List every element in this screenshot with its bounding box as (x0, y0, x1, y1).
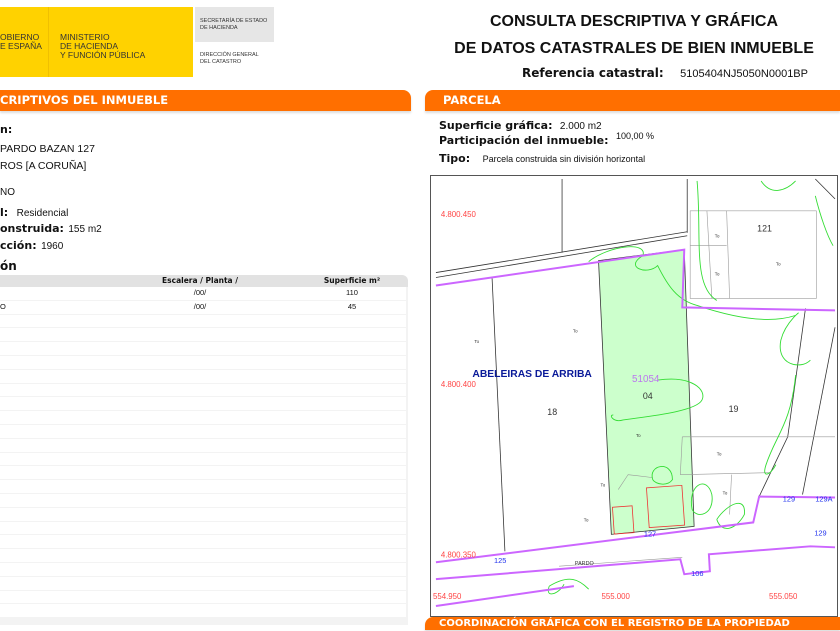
empty-table-row (0, 576, 406, 590)
cell-escalera: /00/ (193, 288, 207, 297)
empty-table-row (0, 411, 406, 424)
coord-y-label: 4.800.450 (441, 210, 477, 219)
construction-table: Escalera / Planta / Puerta Superficie m²… (0, 275, 408, 625)
to-label: To (573, 328, 578, 333)
section-header-descriptive: CRIPTIVOS DEL INMUEBLE (0, 90, 411, 111)
page-title: CONSULTA DESCRIPTIVA Y GRÁFICA DE DATOS … (430, 8, 838, 62)
empty-table-row (0, 424, 406, 438)
page-title-line1: CONSULTA DESCRIPTIVA Y GRÁFICA (489, 13, 778, 30)
participation-label: Participación del inmueble: (439, 134, 609, 147)
superficie-row: onstruida: 155 m2 (0, 219, 102, 237)
to-label: To (636, 433, 641, 438)
to-label: To (584, 517, 589, 522)
empty-table-row (0, 507, 406, 521)
logo-divider (48, 7, 49, 77)
empty-table-row (0, 383, 406, 397)
empty-table-row (0, 342, 406, 355)
house-number: 129 (814, 528, 826, 537)
address-line1: PARDO BAZAN 127 (0, 143, 95, 155)
to-label: To (717, 452, 722, 457)
empty-table-row (0, 466, 406, 480)
direccion-label: DIRECCIÓN GENERAL DEL CATASTRO (200, 52, 259, 65)
col-header-superficie: Superficie m² (323, 276, 381, 285)
empty-table-row (0, 355, 406, 369)
section-header-coordinacion: COORDINACIÓN GRÁFICA CON EL REGISTRO DE … (425, 617, 840, 630)
address-line2: ROS [A CORUÑA] (0, 160, 87, 172)
cadastral-reference: Referencia catastral: 5105404NJ5050N0001… (522, 64, 808, 82)
empty-table-row (0, 521, 406, 535)
ministry-label: MINISTERIO DE HACIENDA Y FUNCIÓN PÚBLICA (60, 32, 146, 60)
empty-table-row (0, 452, 406, 466)
cadastral-map[interactable]: 4.800.450 4.800.400 4.800.350 554.950 55… (430, 175, 838, 617)
empty-table-row (0, 480, 406, 493)
coord-x-label: 555.050 (769, 592, 798, 601)
superficie-value: 155 m2 (68, 224, 102, 235)
empty-table-row (0, 562, 406, 576)
construction-heading: ón (0, 259, 17, 273)
house-number: 129A (815, 494, 832, 503)
tipo-row: Tipo: Parcela construida sin división ho… (439, 149, 645, 167)
gov-label: OBIERNO E ESPAÑA (0, 32, 42, 51)
to-label: To (715, 234, 720, 239)
empty-table-row (0, 328, 406, 342)
participation-row: Participación del inmueble: 100,00 % (439, 131, 654, 149)
empty-table-row (0, 438, 406, 452)
cell-superficie: 110 (346, 288, 358, 297)
parcel-label: 121 (757, 224, 772, 234)
to-label: To (474, 339, 479, 344)
parcel-label: 18 (547, 407, 557, 417)
street-name: PARDO (575, 561, 594, 567)
to-label: To (723, 491, 728, 496)
parcel-ref-label: 51054 (632, 374, 660, 385)
anio-row: cción: 1960 (0, 236, 63, 254)
superficie-label: onstruida: (0, 222, 64, 235)
coord-x-label: 555.000 (601, 592, 630, 601)
cell-superficie: 45 (347, 301, 357, 311)
cell-escalera: /00/ (193, 301, 207, 311)
parcel-label: 19 (729, 404, 739, 414)
anio-value: 1960 (41, 241, 64, 252)
ref-label: Referencia catastral: (522, 66, 664, 80)
to-label: To (600, 483, 605, 488)
cell-use: O (0, 301, 6, 311)
to-label: To (776, 262, 781, 267)
ref-value: 5105404NJ5050N0001BP (680, 68, 808, 80)
coord-x-label: 554.950 (433, 592, 462, 601)
to-label: To (715, 272, 720, 277)
contour-lines (547, 180, 834, 595)
parcel-number-label: 04 (643, 391, 653, 401)
empty-table-row (0, 535, 406, 549)
uso-value: Residencial (16, 208, 69, 219)
coord-y-label: 4.800.400 (441, 380, 477, 389)
table-row: /00/110 (0, 287, 406, 300)
house-number: 129 (783, 494, 795, 503)
section-header-parcela: PARCELA (425, 90, 840, 111)
house-number: 125 (494, 556, 506, 565)
anio-label: cción: (0, 239, 37, 252)
empty-table-row (0, 590, 406, 604)
table-row: O/00/45 (0, 300, 406, 314)
empty-table-row (0, 604, 406, 618)
empty-table-row (0, 549, 406, 562)
location-label: n: (0, 123, 13, 136)
tipo-value: Parcela construida sin división horizont… (482, 154, 646, 164)
empty-table-row (0, 314, 406, 328)
uso-label: l: (0, 206, 9, 219)
empty-table-row (0, 493, 406, 507)
house-number: 127 (644, 529, 656, 538)
house-number: 106 (691, 569, 703, 578)
table-header: Escalera / Planta / Puerta Superficie m² (0, 275, 408, 297)
empty-table-row (0, 369, 406, 383)
empty-table-row (0, 397, 406, 411)
clase-value: NO (0, 187, 15, 198)
place-name: ABELEIRAS DE ARRIBA (472, 369, 592, 380)
tipo-label: Tipo: (439, 152, 471, 165)
coord-y-label: 4.800.350 (441, 550, 477, 559)
participation-value: 100,00 % (616, 131, 655, 141)
secretaria-label: SECRETARÍA DE ESTADO DE HACIENDA (200, 18, 268, 31)
page-title-line2: DE DATOS CATASTRALES DE BIEN INMUEBLE (454, 40, 814, 57)
